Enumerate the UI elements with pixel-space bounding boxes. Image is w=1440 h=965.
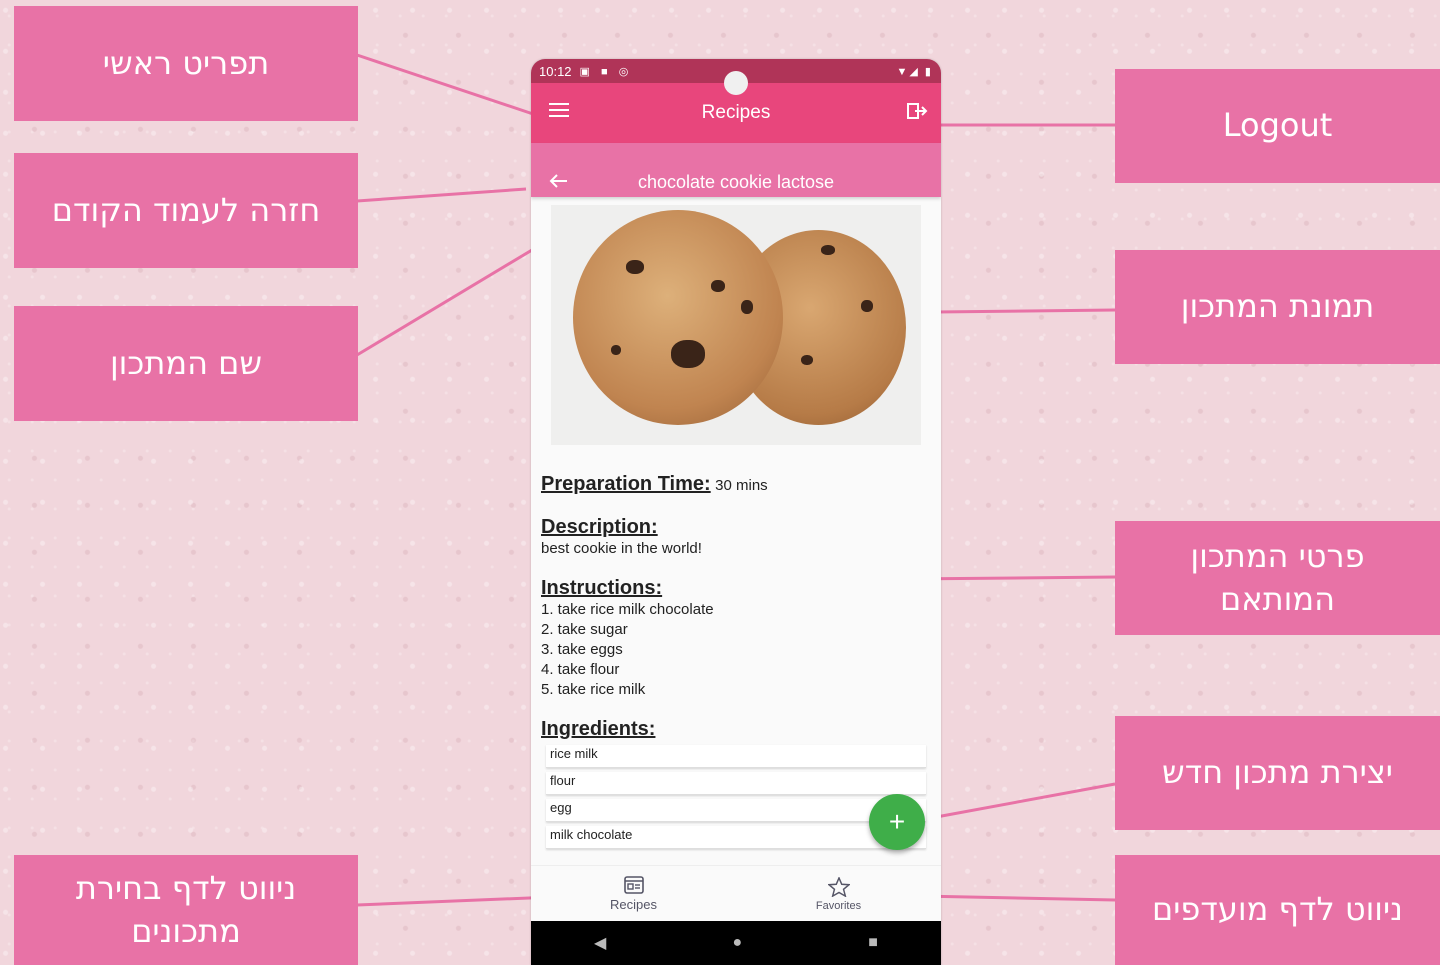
ingredients-label: Ingredients:: [541, 718, 656, 740]
system-navigation-bar: ◀ ● ■: [531, 921, 941, 965]
callout-new-recipe: יצירת מתכון חדש: [1115, 716, 1440, 830]
instruction-item: 5. take rice milk: [541, 681, 646, 698]
plus-icon: +: [888, 806, 906, 837]
callout-recipe-details: פרטי המתכון המותאם: [1115, 521, 1440, 635]
nav-favorites-label: Favorites: [815, 899, 862, 912]
description-label: Description:: [541, 516, 658, 538]
back-arrow-icon[interactable]: [549, 173, 569, 194]
recipe-image: [551, 205, 921, 445]
app-title: Recipes: [701, 102, 771, 123]
ingredient-item: rice milk: [546, 745, 926, 768]
home-circle-icon[interactable]: ●: [732, 934, 742, 952]
status-time: 10:12: [539, 63, 572, 79]
callout-back: חזרה לעמוד הקודם: [14, 153, 358, 268]
nav-favorites[interactable]: Favorites: [736, 866, 941, 922]
instruction-item: 3. take eggs: [541, 641, 623, 658]
bottom-navigation: Recipes Favorites: [531, 865, 941, 922]
prep-time-value: 30 mins: [715, 477, 768, 494]
ingredient-item: milk chocolate: [546, 826, 926, 849]
signal-battery-icons: ▼◢ ▮: [896, 65, 933, 78]
callout-recipe-name: שם המתכון: [14, 306, 358, 421]
phone-screen: 10:12 ▣ ■ ◎ ▼◢ ▮ Recipes chocolate cooki…: [531, 59, 941, 965]
nav-recipes-label: Recipes: [610, 897, 657, 912]
notification-icons: ▣ ■ ◎: [579, 65, 633, 78]
recipe-name: chocolate cookie lactose: [637, 172, 835, 192]
instruction-item: 1. take rice milk chocolate: [541, 601, 714, 618]
camera-cutout: [724, 71, 748, 95]
instruction-item: 4. take flour: [541, 661, 620, 678]
menu-icon[interactable]: [549, 103, 569, 121]
recents-square-icon[interactable]: ■: [868, 934, 878, 952]
nav-recipes[interactable]: Recipes: [531, 866, 736, 922]
ingredient-item: flour: [546, 772, 926, 795]
instructions-label: Instructions:: [541, 577, 663, 599]
star-icon: [826, 875, 851, 900]
prep-time-label: Preparation Time:: [541, 473, 711, 495]
recipe-details: Preparation Time: 30 mins Description: b…: [531, 445, 941, 849]
recipes-icon: [623, 876, 644, 897]
add-recipe-button[interactable]: +: [869, 794, 925, 850]
callout-nav-favorites: ניווט לדף מועדפים: [1115, 855, 1440, 965]
callout-nav-recipes: ניווט לדף בחירת מתכונים: [14, 855, 358, 965]
instruction-item: 2. take sugar: [541, 621, 628, 638]
logout-icon[interactable]: [907, 101, 929, 127]
callout-recipe-image: תמונת המתכון: [1115, 250, 1440, 364]
description-value: best cookie in the world!: [541, 540, 702, 557]
callout-main-menu: תפריט ראשי: [14, 6, 358, 121]
callout-logout: Logout: [1115, 69, 1440, 183]
back-triangle-icon[interactable]: ◀: [594, 933, 606, 953]
recipe-title-bar: chocolate cookie lactose: [531, 143, 941, 197]
